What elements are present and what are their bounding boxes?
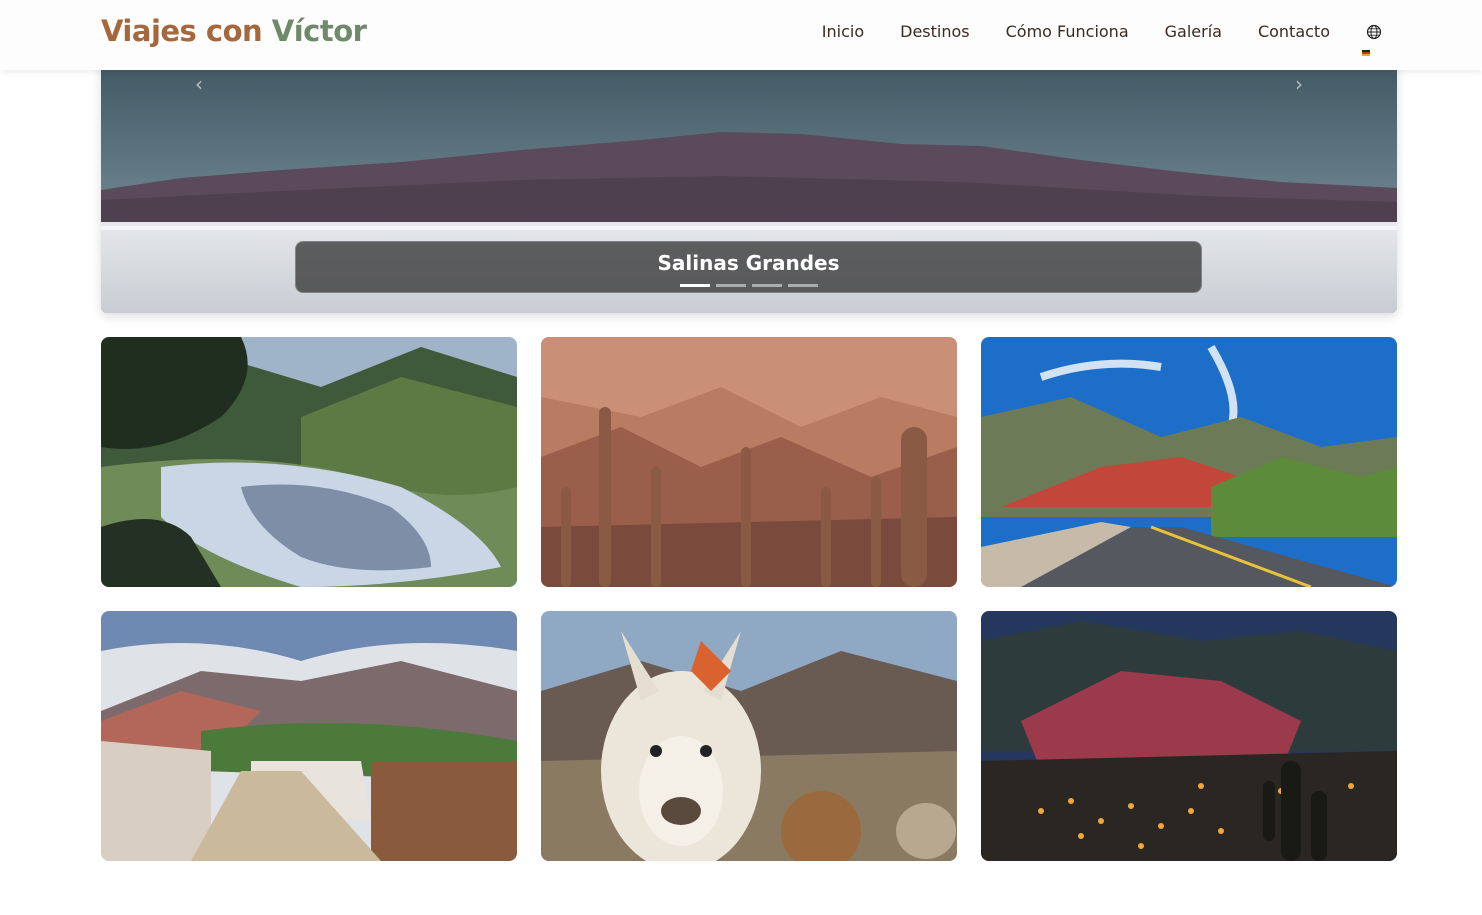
gallery-card-village-street[interactable]: [101, 611, 517, 861]
gallery-card-mountain-road[interactable]: [981, 337, 1397, 587]
logo-text-secondary: Víctor: [271, 14, 367, 48]
gallery-card-llama[interactable]: [541, 611, 957, 861]
gallery-image-mountain-road: [981, 337, 1397, 587]
carousel-indicator-3[interactable]: [751, 284, 782, 287]
gallery-card-night-village[interactable]: [981, 611, 1397, 861]
carousel-caption-title: Salinas Grandes: [657, 251, 840, 275]
nav-link-galeria[interactable]: Galería: [1165, 22, 1222, 41]
nav-link-como-funciona[interactable]: Cómo Funciona: [1006, 22, 1129, 41]
site-header: Viajes con Víctor Inicio Destinos Cómo F…: [0, 0, 1482, 70]
chevron-right-icon[interactable]: ›: [1295, 72, 1303, 96]
gallery-image-river-valley: [101, 337, 517, 587]
gallery-image-llama: [541, 611, 957, 861]
gallery-image-cactus-canyon: [541, 337, 957, 587]
carousel-indicator-2[interactable]: [715, 284, 746, 287]
logo-text-primary: Viajes con: [101, 14, 272, 48]
nav-link-inicio[interactable]: Inicio: [822, 22, 864, 41]
nav-link-contacto[interactable]: Contacto: [1258, 22, 1330, 41]
language-selector[interactable]: [1362, 24, 1382, 56]
carousel-indicators: [296, 284, 1201, 287]
carousel-indicator-4[interactable]: [787, 284, 818, 287]
chevron-left-icon[interactable]: ‹: [195, 72, 203, 96]
main-nav: Inicio Destinos Cómo Funciona Galería Co…: [786, 22, 1382, 56]
carousel-caption: Salinas Grandes: [295, 241, 1202, 293]
globe-icon: [1366, 24, 1382, 39]
site-logo[interactable]: Viajes con Víctor: [101, 14, 367, 48]
carousel-indicator-1[interactable]: [679, 284, 710, 287]
gallery-image-village-street: [101, 611, 517, 861]
nav-link-destinos[interactable]: Destinos: [900, 22, 969, 41]
gallery-image-night-village: [981, 611, 1397, 861]
gallery-card-cactus-canyon[interactable]: [541, 337, 957, 587]
flag-icon: [1362, 49, 1370, 56]
hero-carousel: ‹ › Salinas Grandes: [101, 50, 1397, 313]
gallery-card-river-valley[interactable]: [101, 337, 517, 587]
